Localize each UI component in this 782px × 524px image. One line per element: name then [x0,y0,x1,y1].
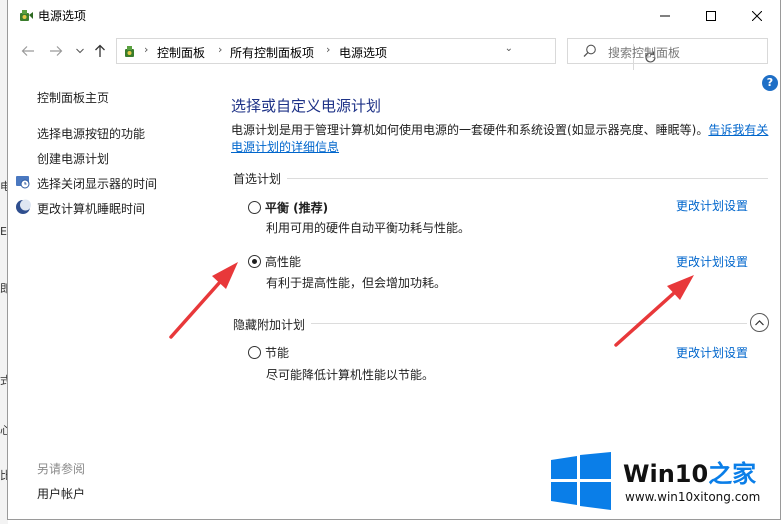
hidden-plans-heading: 隐藏附加计划 [233,318,306,332]
radio-power-saver[interactable] [248,346,261,359]
forward-arrow-icon [50,46,63,56]
maximize-button[interactable] [688,0,734,31]
breadcrumb-control-panel[interactable]: 控制面板 [157,44,205,61]
see-also-user-accounts[interactable]: 用户帐户 [37,485,85,502]
maximize-icon [706,10,716,21]
plan-name-power-saver[interactable]: 节能 [265,344,289,361]
up-button[interactable] [90,41,110,61]
breadcrumb-separator-icon: › [218,43,223,56]
up-arrow-icon [95,44,105,57]
control-panel-icon [125,46,134,57]
see-also-heading: 另请参阅 [37,462,86,476]
power-options-window: 电源选项 › 控制面板 › 所有控制面板项 › 电源选项 ⌄ 搜索控制面板 ? … [7,0,781,520]
recent-locations-button[interactable] [70,41,90,61]
win10-watermark: Win10之家 www.win10xitong.com [547,450,775,512]
forward-button[interactable] [46,41,66,61]
minimize-icon [660,15,670,16]
breadcrumb-all-items[interactable]: 所有控制面板项 [230,44,314,61]
plan-name-high-performance[interactable]: 高性能 [265,253,301,270]
search-placeholder: 搜索控制面板 [608,46,681,60]
plan-desc-balanced: 利用可用的硬件自动平衡功耗与性能。 [266,221,471,235]
red-arrow-to-radio [169,262,238,339]
plan-desc-power-saver: 尽可能降低计算机性能以节能。 [266,368,435,382]
sidebar-item-display-off[interactable]: 选择关闭显示器的时间 [37,175,157,192]
watermark-brand-name: Win10 [623,460,709,488]
sidebar-home-link[interactable]: 控制面板主页 [37,89,109,106]
description-text: 电源计划是用于管理计算机如何使用电源的一套硬件和系统设置(如显示器亮度、睡眠等)… [231,123,709,137]
plan-name-balanced[interactable]: 平衡 (推荐) [265,199,328,216]
sidebar-item-create-plan[interactable]: 创建电源计划 [37,150,109,167]
address-bar[interactable]: › 控制面板 › 所有控制面板项 › 电源选项 ⌄ [116,38,656,70]
back-button[interactable] [18,41,38,61]
sidebar-item-power-button[interactable]: 选择电源按钮的功能 [37,125,145,142]
watermark-brand: Win10之家 [623,454,756,489]
sleep-moon-icon [16,199,31,214]
annotation-arrows [169,262,694,347]
change-plan-settings-high-performance[interactable]: 更改计划设置 [676,253,748,270]
background-text: E [0,225,7,238]
section-divider [311,323,747,324]
breadcrumb-separator-icon: › [326,43,331,56]
minimize-button[interactable] [642,0,688,31]
chevron-up-icon [755,319,764,325]
display-timer-icon [16,176,30,189]
search-icon [583,44,596,57]
watermark-url: www.win10xitong.com [625,490,761,504]
page-description: 电源计划是用于管理计算机如何使用电源的一套硬件和系统设置(如显示器亮度、睡眠等)… [231,122,776,156]
red-arrow-to-link [614,275,694,347]
navigation-bar: › 控制面板 › 所有控制面板项 › 电源选项 ⌄ 搜索控制面板 [8,33,780,70]
back-arrow-icon [21,46,34,56]
title-bar[interactable]: 电源选项 [8,0,780,31]
help-icon[interactable]: ? [762,75,778,91]
breadcrumb-separator-icon: › [144,43,149,56]
preferred-plans-heading: 首选计划 [233,172,282,186]
close-icon [752,10,762,21]
close-button[interactable] [734,0,780,31]
windows-logo-icon [551,452,611,510]
watermark-brand-suffix: 之家 [708,460,757,488]
sidebar-item-sleep-time[interactable]: 更改计算机睡眠时间 [37,200,145,217]
search-box[interactable]: 搜索控制面板 [567,38,768,64]
radio-balanced[interactable] [248,201,261,214]
change-plan-settings-power-saver[interactable]: 更改计划设置 [676,344,748,361]
page-title: 选择或自定义电源计划 [231,97,382,115]
power-options-icon [20,10,33,21]
section-divider [287,178,768,179]
breadcrumb-power-options[interactable]: 电源选项 [339,44,387,61]
window-title: 电源选项 [38,9,87,23]
collapse-hidden-plans-button[interactable] [750,313,769,332]
radio-high-performance[interactable] [248,255,261,268]
plan-desc-high-performance: 有利于提高性能，但会增加功耗。 [266,276,447,290]
address-dropdown-icon[interactable]: ⌄ [505,43,513,54]
change-plan-settings-balanced[interactable]: 更改计划设置 [676,197,748,214]
chevron-down-icon [76,48,84,54]
